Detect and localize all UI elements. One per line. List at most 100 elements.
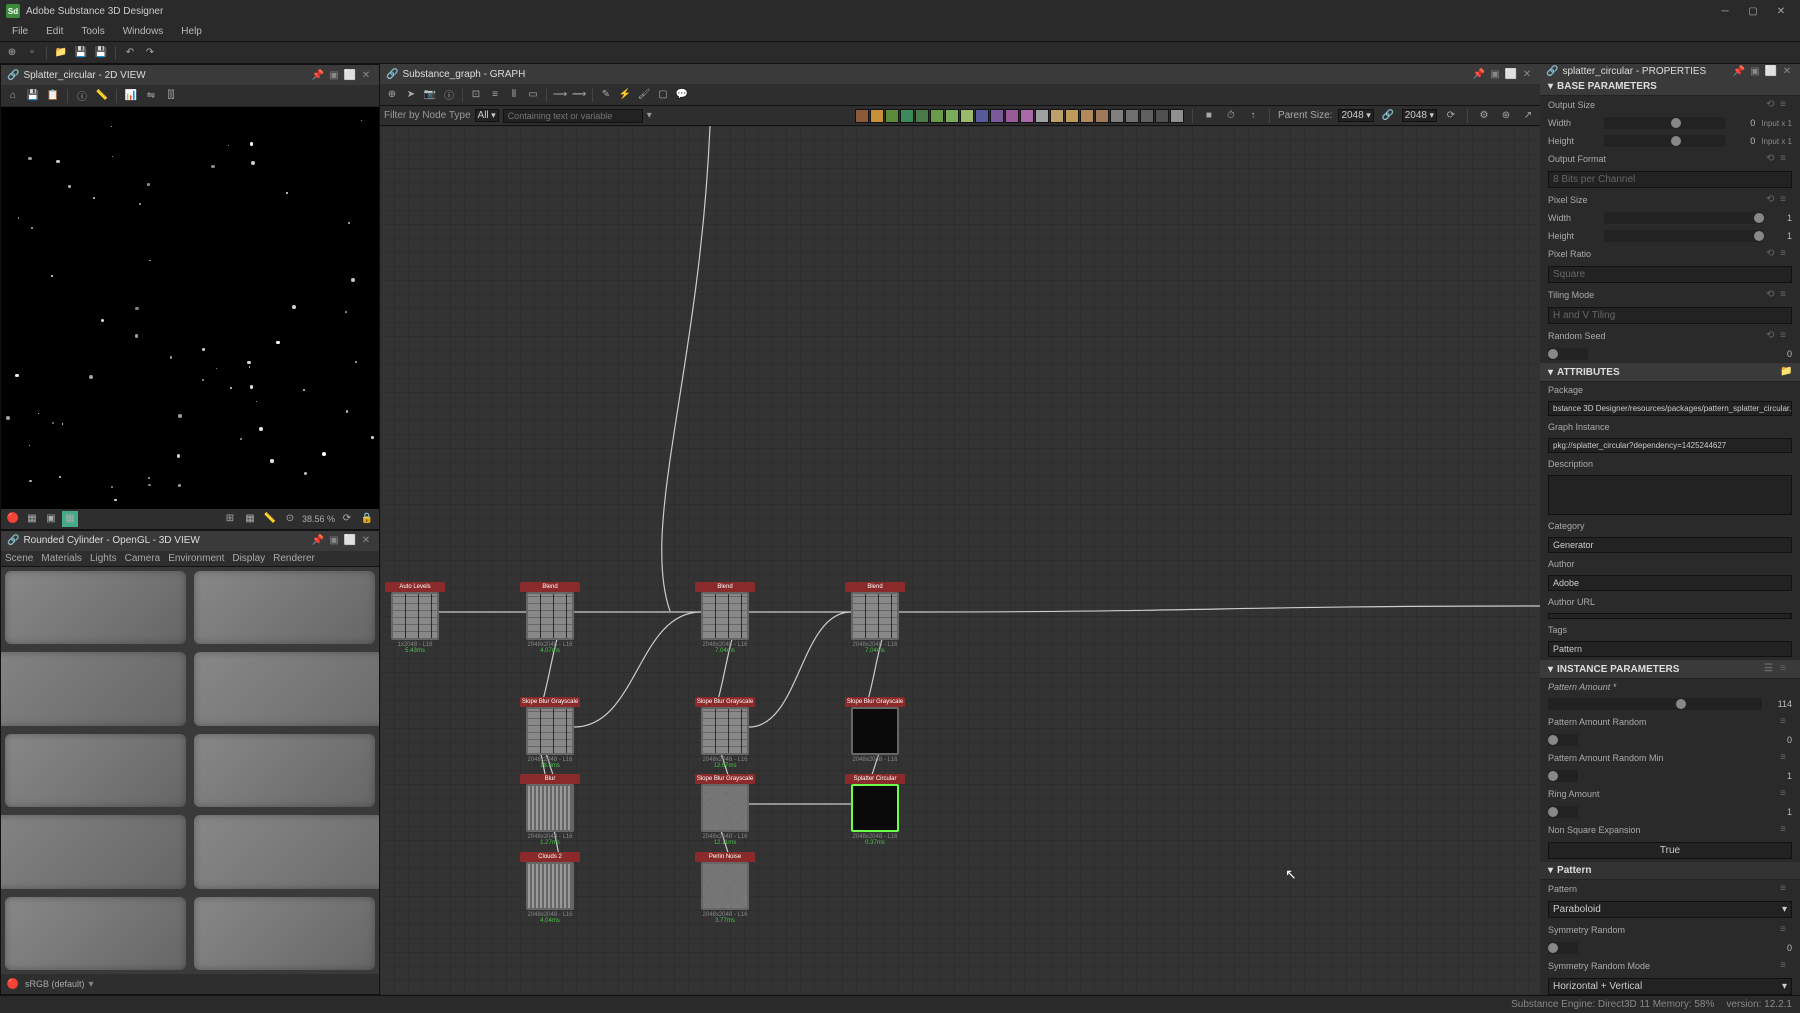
close-graph-icon[interactable]: ✕	[1520, 67, 1534, 81]
ring-amt-slider[interactable]	[1548, 806, 1578, 818]
close-panel-icon[interactable]: ✕	[359, 68, 373, 82]
graph-node[interactable]: Slope Blur Grayscale2048x2048 - L1618.8m…	[520, 697, 580, 769]
list-icon[interactable]: ☰	[1764, 663, 1776, 675]
height-slider[interactable]	[1604, 135, 1725, 147]
category-field[interactable]: Generator	[1548, 537, 1792, 553]
ruler-icon[interactable]: 📏	[94, 88, 110, 104]
width-slider[interactable]	[1604, 117, 1725, 129]
parent-h-select[interactable]: 2048 ▾	[1402, 109, 1437, 122]
tab-lights[interactable]: Lights	[90, 553, 117, 564]
tab-environment[interactable]: Environment	[168, 553, 224, 564]
tab-renderer[interactable]: Renderer	[273, 553, 315, 564]
stop-icon[interactable]: ■	[1201, 108, 1217, 124]
undo-icon[interactable]: ↶	[122, 45, 138, 61]
section-attributes[interactable]: ▾ ATTRIBUTES📁	[1540, 363, 1800, 382]
snap-icon[interactable]: ⊡	[468, 87, 484, 103]
tags-field[interactable]: Pattern	[1548, 641, 1792, 657]
pattern-rand-min-slider[interactable]	[1548, 770, 1578, 782]
gear-icon[interactable]: ⚙	[1476, 108, 1492, 124]
node-canvas[interactable]: ↖ Auto Levels1x2048 - L165.43msBlend2048…	[380, 126, 1540, 995]
new-icon[interactable]: ▫	[24, 45, 40, 61]
popup-props-icon[interactable]: ▣	[1748, 64, 1762, 78]
author-url-field[interactable]	[1548, 613, 1792, 619]
color-swatch-2[interactable]	[885, 109, 899, 123]
color-swatch-21[interactable]	[1170, 109, 1184, 123]
export-icon[interactable]: ↗	[1520, 108, 1536, 124]
sym-mode-select[interactable]: Horizontal + Vertical▾	[1548, 978, 1792, 995]
group-icon[interactable]: ▭	[525, 87, 541, 103]
close-button[interactable]: ✕	[1768, 2, 1794, 20]
bug-icon[interactable]: ⊛	[1498, 108, 1514, 124]
save-icon[interactable]: 💾	[73, 45, 89, 61]
grid-icon[interactable]: ⊞	[222, 511, 238, 527]
menu-prop-icon[interactable]: ≡	[1780, 99, 1792, 111]
link-prop-icon[interactable]: ⟲	[1766, 99, 1778, 111]
pin-icon[interactable]: 📌	[311, 68, 325, 82]
copy-icon[interactable]: 📋	[45, 88, 61, 104]
align2-icon[interactable]: ⫴	[506, 87, 522, 103]
redo-icon[interactable]: ↷	[142, 45, 158, 61]
graph-node[interactable]: Slope Blur Grayscale2048x2048 - L1612.67…	[695, 697, 755, 769]
max-3d-icon[interactable]: ⬜	[343, 534, 357, 548]
link-size-icon[interactable]: 🔗	[1380, 108, 1396, 124]
graph-node[interactable]: Blur2048x2048 - L161.27ms	[520, 774, 580, 846]
color-swatch-20[interactable]	[1155, 109, 1169, 123]
color-swatch-4[interactable]	[915, 109, 929, 123]
pin-graph-icon[interactable]: 📌	[1472, 67, 1486, 81]
wand-icon[interactable]: ✎	[598, 87, 614, 103]
max-props-icon[interactable]: ⬜	[1764, 64, 1778, 78]
package-field[interactable]: bstance 3D Designer/resources/packages/p…	[1548, 401, 1792, 416]
pattern-select[interactable]: Paraboloid▾	[1548, 901, 1792, 918]
color-swatch-12[interactable]	[1035, 109, 1049, 123]
section-pattern[interactable]: ▾ Pattern	[1540, 862, 1800, 880]
color-swatch-13[interactable]	[1050, 109, 1064, 123]
color-swatch-1[interactable]	[870, 109, 884, 123]
ruler2-icon[interactable]: 📏	[262, 511, 278, 527]
rgb-icon[interactable]: 🔴	[5, 511, 21, 527]
pixel-ratio-select[interactable]: Square	[1548, 266, 1792, 283]
pattern-amt-slider[interactable]	[1548, 698, 1762, 710]
color-swatch-8[interactable]	[975, 109, 989, 123]
home-icon[interactable]: ⌂	[5, 88, 21, 104]
graph-node[interactable]: Perlin Noise2048x2048 - L163.77ms	[695, 852, 755, 924]
pin-3d-icon[interactable]: 📌	[311, 534, 325, 548]
camera-icon[interactable]: 📷	[422, 87, 438, 103]
seed-slider[interactable]	[1548, 348, 1588, 360]
color-swatch-17[interactable]	[1110, 109, 1124, 123]
color-swatch-15[interactable]	[1080, 109, 1094, 123]
check-icon[interactable]: ▣	[43, 511, 59, 527]
time-icon[interactable]: ⏱	[1223, 108, 1239, 124]
color-swatch-14[interactable]	[1065, 109, 1079, 123]
levels-icon[interactable]: ⫿⫿	[163, 88, 179, 104]
refresh-icon[interactable]: ⟳	[339, 511, 355, 527]
reroute-icon[interactable]: ⟿	[571, 87, 587, 103]
color-swatch-6[interactable]	[945, 109, 959, 123]
mirror-icon[interactable]: ⇋	[143, 88, 159, 104]
folder-attr-icon[interactable]: 📁	[1780, 366, 1792, 378]
graph-inst-field[interactable]: pkg://splatter_circular?dependency=14252…	[1548, 438, 1792, 453]
max-graph-icon[interactable]: ⬜	[1504, 67, 1518, 81]
color-swatch-19[interactable]	[1140, 109, 1154, 123]
connect-icon[interactable]: ⊕	[4, 45, 20, 61]
tab-display[interactable]: Display	[232, 553, 265, 564]
alpha-icon[interactable]: ▦	[62, 511, 78, 527]
link-mode-icon[interactable]: ⟶	[552, 87, 568, 103]
pw-slider[interactable]	[1604, 212, 1762, 224]
color-swatch-7[interactable]	[960, 109, 974, 123]
author-field[interactable]: Adobe	[1548, 575, 1792, 591]
graph-node[interactable]: Blend2048x2048 - L167.04ms	[845, 582, 905, 654]
color-swatch-5[interactable]	[930, 109, 944, 123]
dropdown-icon[interactable]: ▾	[647, 110, 652, 121]
section-base-params[interactable]: ▾ BASE PARAMETERS	[1540, 78, 1800, 96]
graph-node[interactable]: Clouds 22048x2048 - L164.04ms	[520, 852, 580, 924]
graph-node[interactable]: Splatter Circular2048x2048 - L160.37ms	[845, 774, 905, 846]
bolt-icon[interactable]: ⚡	[617, 87, 633, 103]
menu-icon[interactable]: ≡	[1780, 153, 1792, 165]
folder-icon[interactable]: 📁	[53, 45, 69, 61]
chevron-down-icon[interactable]: ▾	[89, 979, 94, 990]
non-square-select[interactable]: True	[1548, 842, 1792, 859]
color-swatch-3[interactable]	[900, 109, 914, 123]
target-graph-icon[interactable]: ⊕	[384, 87, 400, 103]
close-3d-icon[interactable]: ✕	[359, 534, 373, 548]
save-img-icon[interactable]: 💾	[25, 88, 41, 104]
